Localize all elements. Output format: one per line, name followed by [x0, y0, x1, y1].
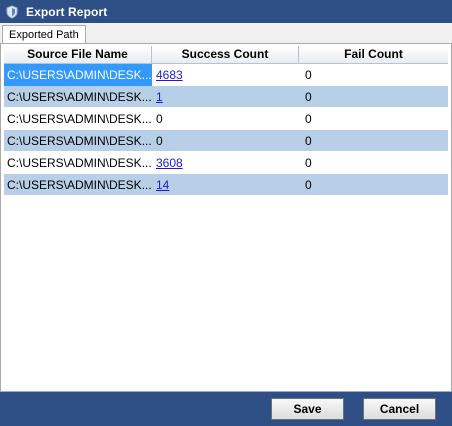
app-shield-icon [4, 4, 20, 20]
success-count-cell[interactable]: 1 [152, 86, 299, 108]
window-title: Export Report [26, 4, 108, 19]
grid-header: Source File Name Success Count Fail Coun… [4, 46, 448, 64]
column-header-fail-count[interactable]: Fail Count [299, 46, 448, 63]
table-row[interactable]: C:\USERS\ADMIN\DESK... 4683 0 [4, 63, 448, 86]
table-row[interactable]: C:\USERS\ADMIN\DESK... 1 0 [4, 86, 448, 108]
success-count-cell[interactable]: 3608 [152, 152, 299, 174]
export-report-grid: Source File Name Success Count Fail Coun… [4, 46, 448, 196]
fail-count-cell: 0 [305, 177, 312, 192]
fail-count-cell: 0 [305, 111, 312, 126]
tab-strip: Exported Path [0, 23, 452, 45]
fail-count-cell: 0 [305, 89, 312, 104]
source-file-cell[interactable]: C:\USERS\ADMIN\DESK... [4, 63, 152, 86]
success-count-link[interactable]: 3608 [156, 156, 183, 170]
source-file-cell[interactable]: C:\USERS\ADMIN\DESK... [4, 130, 152, 152]
save-button[interactable]: Save [271, 398, 344, 420]
fail-count-cell: 0 [305, 155, 312, 170]
table-row[interactable]: C:\USERS\ADMIN\DESK... 3608 0 [4, 152, 448, 174]
column-header-success-count[interactable]: Success Count [152, 46, 299, 63]
tab-panel: Source File Name Success Count Fail Coun… [0, 43, 452, 392]
title-bar: Export Report [0, 0, 452, 23]
cancel-button[interactable]: Cancel [363, 398, 436, 420]
source-file-cell[interactable]: C:\USERS\ADMIN\DESK... [4, 174, 152, 196]
source-file-cell[interactable]: C:\USERS\ADMIN\DESK... [4, 152, 152, 174]
success-count-cell: 0 [156, 133, 163, 148]
success-count-link[interactable]: 14 [156, 178, 169, 192]
table-row[interactable]: C:\USERS\ADMIN\DESK... 14 0 [4, 174, 448, 196]
success-count-link[interactable]: 4683 [156, 68, 183, 82]
success-count-cell[interactable]: 14 [152, 174, 299, 196]
table-row[interactable]: C:\USERS\ADMIN\DESK... 0 0 [4, 108, 448, 130]
success-count-cell: 0 [156, 111, 163, 126]
column-header-source-file-name[interactable]: Source File Name [4, 46, 152, 63]
source-file-cell[interactable]: C:\USERS\ADMIN\DESK... [4, 108, 152, 130]
button-bar: Save Cancel [0, 392, 452, 426]
table-row[interactable]: C:\USERS\ADMIN\DESK... 0 0 [4, 130, 448, 152]
success-count-link[interactable]: 1 [156, 90, 163, 104]
fail-count-cell: 0 [305, 133, 312, 148]
tab-exported-path[interactable]: Exported Path [2, 25, 86, 45]
success-count-cell[interactable]: 4683 [152, 64, 299, 86]
source-file-cell[interactable]: C:\USERS\ADMIN\DESK... [4, 86, 152, 108]
fail-count-cell: 0 [305, 67, 312, 82]
